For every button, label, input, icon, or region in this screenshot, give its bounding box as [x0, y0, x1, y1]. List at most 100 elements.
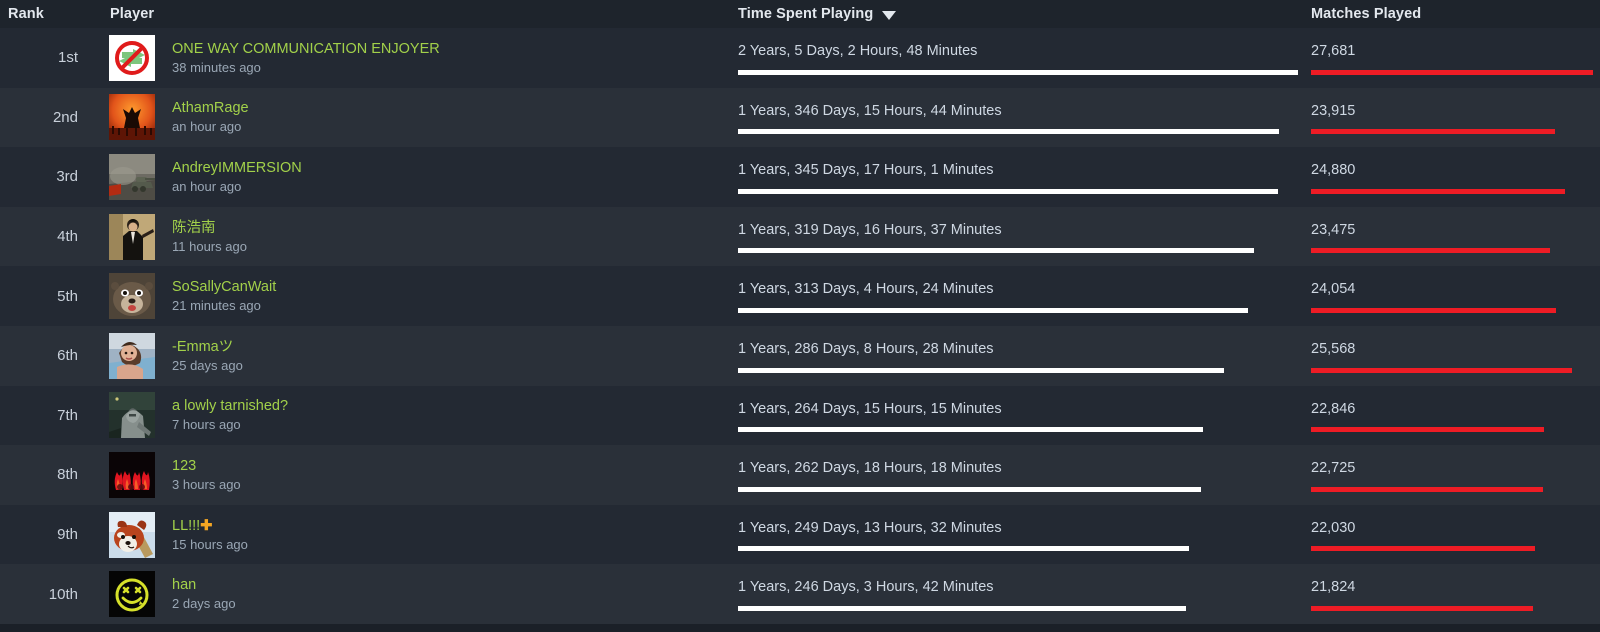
rank-value: 5th: [57, 287, 78, 305]
time-spent-cell: 1 Years, 264 Days, 15 Hours, 15 Minutes: [738, 386, 1298, 446]
player-cell[interactable]: 123 3 hours ago: [172, 457, 241, 493]
matches-played-cell: 23,915: [1311, 88, 1593, 148]
player-name-text: han: [172, 577, 197, 594]
matches-played-value: 21,824: [1311, 579, 1356, 596]
column-header-player[interactable]: Player: [110, 0, 154, 28]
matches-played-value: 23,475: [1311, 221, 1356, 238]
time-bar-fill: [738, 307, 1249, 313]
matches-bar-fill: [1311, 248, 1551, 254]
table-row[interactable]: 8th 123 3 hours ago 1 Years, 262 Days, 1…: [0, 445, 1600, 505]
player-cell[interactable]: -Emmaツ 25 days ago: [172, 338, 243, 374]
column-header-rank[interactable]: Rank: [8, 0, 44, 28]
player-name-link[interactable]: a lowly tarnished?: [172, 397, 288, 415]
column-header-matches-played[interactable]: Matches Played: [1311, 0, 1421, 28]
player-name-text: -Emmaツ: [172, 338, 234, 355]
player-name-link[interactable]: SoSallyCanWait: [172, 278, 276, 296]
table-row[interactable]: 7th a lowly tarnished? 7 hours ago 1 Yea…: [0, 385, 1600, 446]
rank-value: 10th: [48, 585, 78, 603]
matches-bar-track: [1311, 486, 1593, 492]
player-cell[interactable]: AndreyIMMERSION an hour ago: [172, 159, 302, 195]
player-name-link[interactable]: 123: [172, 457, 241, 475]
knight-statue-icon[interactable]: [109, 392, 155, 439]
matches-bar-track: [1311, 69, 1593, 75]
caret-down-icon[interactable]: [882, 10, 897, 20]
time-bar-track: [738, 248, 1298, 254]
player-name-badge: ✚: [200, 517, 213, 534]
player-name-text: 陈浩南: [172, 219, 216, 236]
player-cell[interactable]: han 2 days ago: [172, 576, 236, 612]
smiley-face-icon[interactable]: [109, 571, 155, 618]
matches-played-cell: 22,030: [1311, 505, 1593, 565]
player-name-link[interactable]: AthamRage: [172, 99, 249, 117]
rank-cell: 5th: [0, 266, 78, 326]
last-seen-text: 15 hours ago: [172, 536, 248, 552]
red-flames-icon[interactable]: [109, 451, 155, 498]
time-spent-cell: 1 Years, 313 Days, 4 Hours, 24 Minutes: [738, 266, 1298, 326]
player-name-text: SoSallyCanWait: [172, 279, 277, 296]
rank-value: 7th: [57, 406, 78, 424]
player-cell[interactable]: ONE WAY COMMUNICATION ENJOYER 38 minutes…: [172, 40, 440, 76]
matches-played-value: 27,681: [1311, 43, 1356, 59]
rank-cell: 2nd: [0, 88, 78, 148]
matches-bar-track: [1311, 546, 1593, 552]
table-row[interactable]: 2nd AthamRage an hour ago 1 Years, 346 D…: [0, 87, 1600, 148]
last-seen-text: 21 minutes ago: [172, 298, 261, 314]
table-row[interactable]: 3rd AndreyIMMERSION an hour ago 1 Years,…: [0, 147, 1600, 207]
player-name-link[interactable]: ONE WAY COMMUNICATION ENJOYER: [172, 40, 440, 58]
player-name-link[interactable]: LL!!!✚: [172, 517, 248, 535]
player-cell[interactable]: SoSallyCanWait 21 minutes ago: [172, 278, 276, 314]
time-spent-value: 1 Years, 262 Days, 18 Hours, 18 Minutes: [738, 460, 1002, 477]
matches-played-value: 25,568: [1311, 340, 1356, 357]
player-cell[interactable]: a lowly tarnished? 7 hours ago: [172, 397, 288, 433]
time-spent-value: 1 Years, 286 Days, 8 Hours, 28 Minutes: [738, 340, 994, 357]
rank-value: 6th: [57, 347, 78, 365]
time-bar-fill: [738, 367, 1224, 373]
table-header: Rank Player Time Spent Playing Matches P…: [0, 0, 1600, 28]
table-row[interactable]: 4th 陈浩南 11 hours ago 1 Years, 319 Days, …: [0, 206, 1600, 267]
rank-value: 4th: [57, 228, 78, 246]
table-row[interactable]: 6th -Emmaツ 25 days ago 1 Years, 286 Days…: [0, 325, 1600, 386]
matches-bar-fill: [1311, 367, 1572, 373]
rank-cell: 10th: [0, 564, 78, 624]
time-bar-track: [738, 546, 1298, 552]
matches-bar-track: [1311, 605, 1593, 611]
tank-battle-icon[interactable]: [109, 153, 155, 200]
column-header-rank-label: Rank: [8, 6, 44, 22]
rank-value: 3rd: [56, 168, 78, 186]
otter-icon[interactable]: [109, 273, 155, 320]
table-row[interactable]: 1st ONE WAY COMMUNICATION ENJOYER 38 min…: [0, 28, 1600, 88]
matches-played-cell: 22,846: [1311, 386, 1593, 446]
player-name-text: AndreyIMMERSION: [172, 159, 302, 176]
player-cell[interactable]: LL!!!✚ 15 hours ago: [172, 517, 248, 553]
rank-cell: 4th: [0, 207, 78, 267]
sunset-silhouette-icon[interactable]: [109, 94, 155, 141]
time-bar-track: [738, 69, 1298, 75]
matches-bar-track: [1311, 307, 1593, 313]
no-communication-icon[interactable]: [109, 34, 155, 81]
matches-played-value: 22,725: [1311, 460, 1356, 477]
matches-bar-track: [1311, 248, 1593, 254]
table-row[interactable]: 10th han 2 days ago 1 Years, 246 Days, 3…: [0, 564, 1600, 624]
man-in-suit-icon[interactable]: [109, 213, 155, 260]
table-row[interactable]: 9th LL!!!✚ 15 hours ago 1 Years, 249 Day…: [0, 504, 1600, 565]
red-panda-icon[interactable]: [109, 511, 155, 558]
player-name-link[interactable]: 陈浩南: [172, 219, 247, 237]
player-name-link[interactable]: AndreyIMMERSION: [172, 159, 302, 177]
time-spent-value: 1 Years, 264 Days, 15 Hours, 15 Minutes: [738, 400, 1002, 417]
table-row[interactable]: 5th SoSallyCanWait 21 minutes ago 1 Year…: [0, 266, 1600, 326]
rank-cell: 6th: [0, 326, 78, 386]
time-bar-track: [738, 605, 1298, 611]
last-seen-text: an hour ago: [172, 178, 242, 194]
player-cell[interactable]: 陈浩南 11 hours ago: [172, 219, 247, 255]
player-name-link[interactable]: -Emmaツ: [172, 338, 243, 356]
matches-bar-fill: [1311, 69, 1593, 75]
player-cell[interactable]: AthamRage an hour ago: [172, 99, 249, 135]
column-header-time-spent-playing[interactable]: Time Spent Playing: [738, 0, 897, 28]
matches-bar-track: [1311, 427, 1593, 433]
last-seen-text: 2 days ago: [172, 596, 236, 612]
last-seen-text: 3 hours ago: [172, 476, 241, 492]
woman-portrait-icon[interactable]: [109, 332, 155, 379]
matches-played-cell: 24,054: [1311, 266, 1593, 326]
player-name-link[interactable]: han: [172, 576, 236, 594]
player-name-text: ONE WAY COMMUNICATION ENJOYER: [172, 40, 440, 57]
